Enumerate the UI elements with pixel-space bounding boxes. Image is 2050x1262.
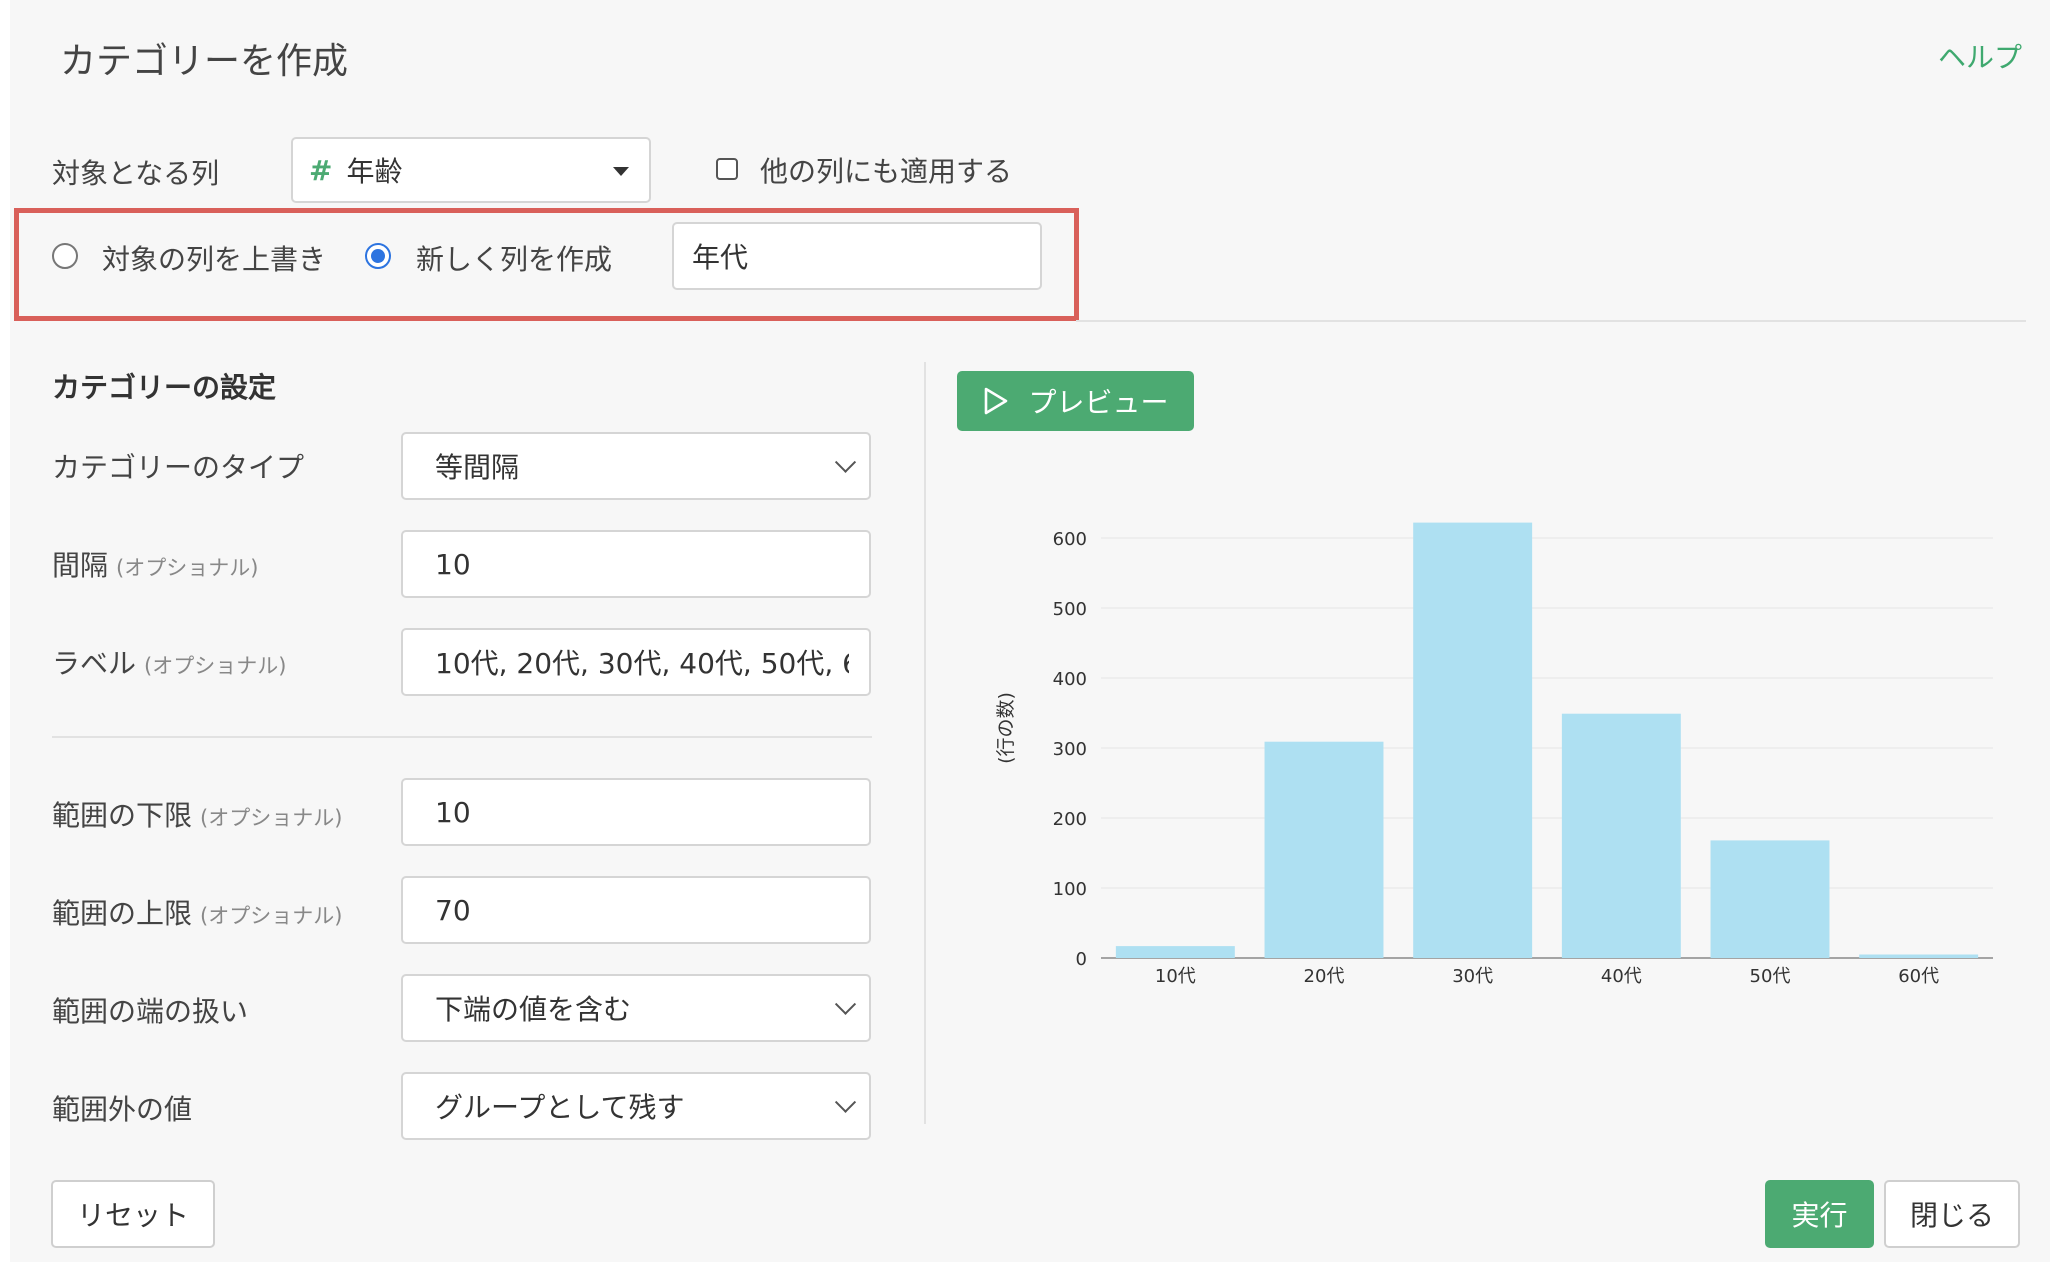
bar-50代[interactable] [1710, 840, 1830, 958]
upper-bound-label: 範囲の上限 (オプショナル) [52, 892, 342, 932]
category-type-select[interactable]: 等間隔 [401, 432, 871, 500]
range-edge-select[interactable]: 下端の値を含む [401, 974, 871, 1042]
out-of-range-value: グループとして残す [435, 1091, 685, 1124]
divider [1076, 320, 2026, 322]
label-field-label: ラベル (オプショナル) [52, 642, 286, 682]
apply-other-columns-label: 他の列にも適用する [760, 155, 1013, 188]
lower-bound-value: 10 [435, 795, 471, 829]
dialog-title: カテゴリーを作成 [60, 41, 349, 82]
y-tick-label: 0 [1076, 949, 1087, 970]
x-tick-label: 20代 [1304, 966, 1345, 987]
label-value: 10代, 20代, 30代, 40代, 50代, 60 [435, 647, 849, 680]
preview-button[interactable]: プレビュー [957, 371, 1194, 431]
x-tick-label: 30代 [1452, 966, 1493, 987]
optional-note: (オプショナル) [116, 556, 259, 580]
bar-30代[interactable] [1413, 522, 1533, 958]
caret-down-icon [613, 167, 629, 176]
x-tick-label: 60代 [1898, 966, 1939, 987]
y-tick-label: 600 [1053, 529, 1087, 550]
lower-bound-label-text: 範囲の下限 [52, 799, 193, 832]
lower-bound-input[interactable]: 10 [401, 778, 871, 846]
help-link[interactable]: ヘルプ [1938, 36, 2022, 76]
chevron-down-icon [834, 451, 857, 473]
upper-bound-value: 70 [435, 893, 471, 927]
x-tick-label: 10代 [1155, 966, 1196, 987]
out-of-range-label: 範囲外の値 [52, 1093, 193, 1126]
column-divider [924, 362, 926, 1124]
interval-label-text: 間隔 [52, 549, 109, 582]
apply-other-columns-checkbox[interactable] [716, 158, 738, 180]
range-edge-value: 下端の値を含む [435, 993, 632, 1026]
highlight-box [14, 208, 1079, 321]
preview-button-label: プレビュー [1028, 386, 1169, 419]
x-tick-label: 50代 [1750, 966, 1791, 987]
interval-input[interactable]: 10 [401, 530, 871, 598]
category-type-value: 等間隔 [435, 451, 520, 484]
bar-20代[interactable] [1264, 741, 1384, 958]
play-icon [985, 387, 1008, 415]
x-tick-label: 40代 [1601, 966, 1642, 987]
preview-chart: 0 100 200 300 400 500 600 10代 20代 30代 40代 50代 60代 (… [995, 522, 1993, 987]
create-category-dialog: カテゴリーを作成 ヘルプ 対象となる列 # 年齢 他の列にも適用する 対象の列を… [10, 0, 2050, 1262]
interval-value: 10 [435, 547, 471, 581]
label-input[interactable]: 10代, 20代, 30代, 40代, 50代, 60 [401, 628, 871, 696]
run-button[interactable]: 実行 [1765, 1180, 1874, 1248]
chevron-down-icon [834, 1091, 857, 1113]
bar-60代[interactable] [1859, 954, 1979, 959]
out-of-range-select[interactable]: グループとして残す [401, 1072, 871, 1140]
lower-bound-label: 範囲の下限 (オプショナル) [52, 794, 342, 834]
numeric-column-icon: # [309, 153, 333, 187]
upper-bound-label-text: 範囲の上限 [52, 897, 193, 930]
optional-note: (オプショナル) [200, 806, 343, 830]
target-column-select[interactable]: # 年齢 [291, 137, 651, 203]
y-tick-label: 500 [1053, 599, 1087, 620]
settings-section-title: カテゴリーの設定 [52, 371, 277, 404]
bar-10代[interactable] [1115, 946, 1235, 958]
y-tick-label: 400 [1053, 669, 1087, 690]
reset-button[interactable]: リセット [51, 1180, 215, 1248]
label-field-label-text: ラベル [52, 647, 137, 680]
divider [52, 736, 872, 738]
bar-40代[interactable] [1561, 713, 1681, 958]
target-column-label: 対象となる列 [52, 157, 220, 190]
optional-note: (オプショナル) [144, 654, 287, 678]
category-type-label: カテゴリーのタイプ [52, 451, 305, 484]
interval-label: 間隔 (オプショナル) [52, 544, 258, 584]
y-tick-label: 300 [1053, 739, 1087, 760]
optional-note: (オプショナル) [200, 904, 343, 928]
range-edge-label: 範囲の端の扱い [52, 995, 249, 1028]
close-button[interactable]: 閉じる [1884, 1180, 2020, 1248]
upper-bound-input[interactable]: 70 [401, 876, 871, 944]
y-tick-label: 200 [1053, 809, 1087, 830]
chevron-down-icon [834, 993, 857, 1015]
target-column-value: 年齢 [346, 155, 403, 188]
y-axis-label: (行の数) [995, 692, 1017, 764]
y-tick-label: 100 [1053, 879, 1087, 900]
